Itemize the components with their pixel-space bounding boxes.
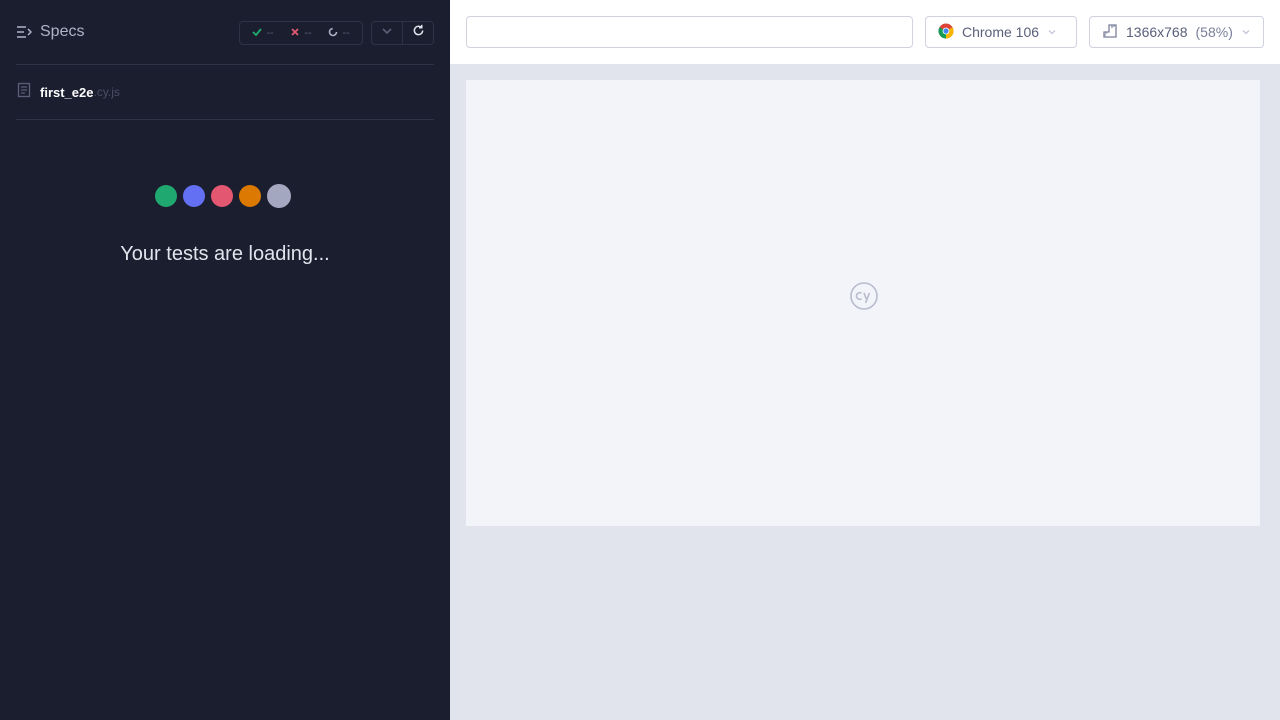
loading-dot: [211, 185, 233, 207]
viewport-selector[interactable]: 1366x768 (58%): [1089, 16, 1264, 48]
browser-label: Chrome 106: [962, 24, 1040, 40]
loading-dot: [183, 185, 205, 207]
viewport-scale: (58%): [1195, 24, 1233, 40]
chevron-down-icon: [381, 24, 393, 42]
viewport-size: 1366x768: [1126, 24, 1188, 40]
browser-selector[interactable]: Chrome 106: [925, 16, 1077, 48]
pending-icon: [328, 27, 338, 40]
specs-list-icon: [16, 24, 32, 40]
refresh-icon: [412, 24, 425, 42]
loading-message: Your tests are loading...: [120, 243, 330, 265]
spec-file-ext: .cy.js: [93, 85, 120, 99]
failed-count: --: [304, 27, 312, 39]
app-preview-area: [450, 64, 1280, 720]
chevron-down-icon: [1047, 24, 1057, 40]
spec-divider: [16, 119, 434, 120]
test-stats: -- -- --: [239, 21, 363, 45]
collapse-all-button[interactable]: [372, 22, 402, 44]
rerun-button[interactable]: [402, 22, 433, 44]
header-divider: [16, 64, 434, 65]
reporter-controls: [371, 21, 434, 45]
reporter-header: Specs -- -- --: [16, 16, 434, 48]
pending-count: --: [342, 27, 350, 39]
cypress-logo-icon: [849, 281, 879, 311]
passed-stat: --: [252, 27, 274, 40]
app-topbar: Chrome 106 1366x768 (58%): [450, 0, 1280, 64]
loading-dot: [239, 185, 261, 207]
reporter-panel: Specs -- -- -- first_e2e .cy.js Your tes…: [0, 0, 450, 720]
url-input[interactable]: [466, 16, 913, 48]
specs-label: Specs: [40, 23, 85, 40]
loading-dot: [155, 185, 177, 207]
failed-stat: --: [290, 27, 312, 40]
loading-indicator: [155, 184, 291, 208]
spec-file-item[interactable]: first_e2e .cy.js: [16, 82, 120, 102]
pending-stat: --: [328, 27, 350, 40]
spec-file-name: first_e2e: [40, 84, 94, 100]
check-icon: [252, 27, 263, 40]
chevron-down-icon: [1241, 24, 1251, 40]
x-icon: [290, 27, 300, 40]
document-icon: [16, 82, 32, 103]
passed-count: --: [266, 27, 274, 39]
specs-toggle-button[interactable]: Specs: [16, 16, 84, 48]
aut-iframe[interactable]: [466, 80, 1260, 526]
loading-dot: [267, 184, 291, 208]
chrome-icon: [938, 23, 954, 42]
ruler-icon: [1102, 23, 1118, 42]
